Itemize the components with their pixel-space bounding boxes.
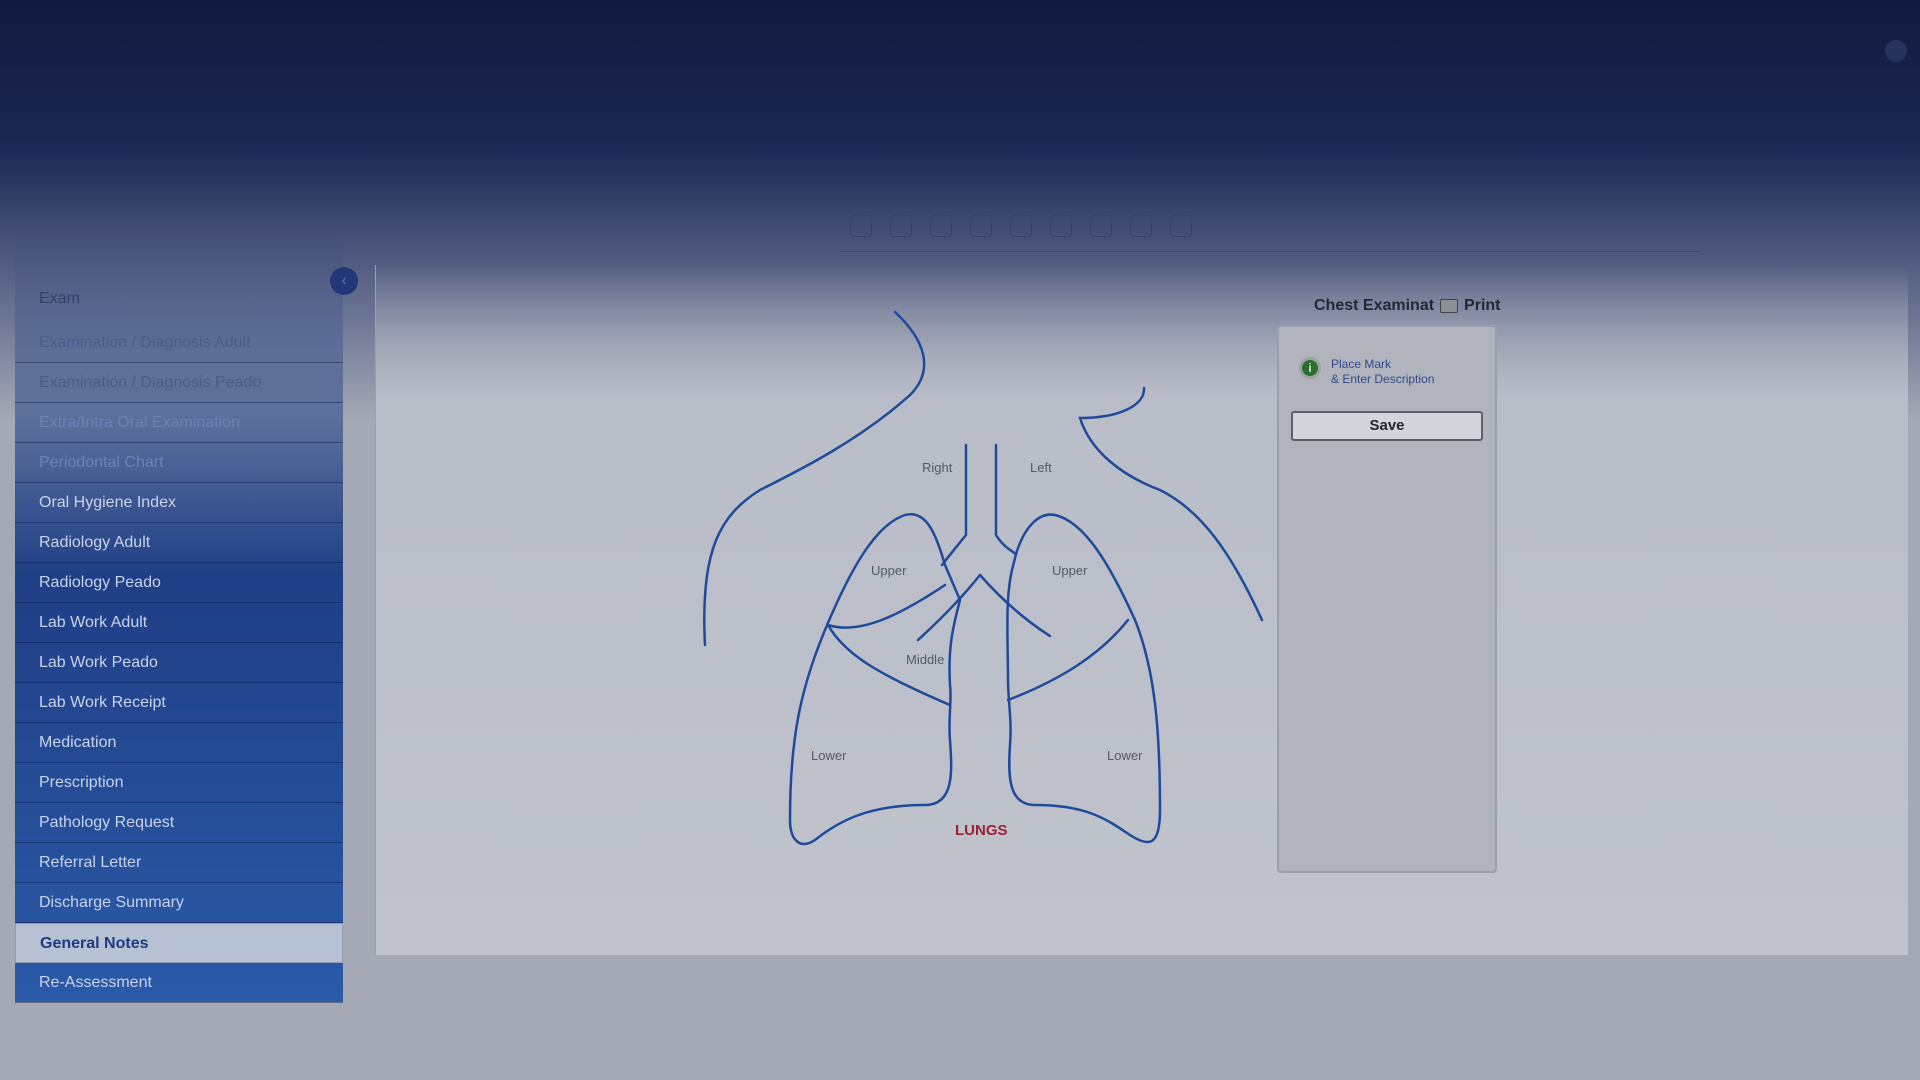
label-middle-lobe: Middle [906, 652, 944, 667]
retina-icon [1010, 214, 1032, 237]
sidebar-item-radiology-peado[interactable]: Radiology Peado [15, 563, 343, 603]
hint-line-1: Place Mark [1331, 357, 1392, 371]
lungs-diagram[interactable]: Right Left Upper Upper Middle Lower Lowe… [690, 300, 1280, 860]
toolbar-tool-7[interactable] [1090, 214, 1112, 237]
toolbar-tool-9[interactable] [1170, 214, 1192, 237]
anterior-icon [970, 214, 992, 237]
label-lower-left-lung: Lower [1107, 748, 1143, 763]
sidebar: Exam Examination / Diagnosis Adult Examin… [15, 230, 343, 1003]
place-mark-hint: i Place Mark & Enter Description [1299, 357, 1434, 387]
toolbar-tool-5[interactable] [1010, 214, 1032, 237]
sidebar-item-general-notes[interactable]: General Notes [15, 923, 343, 963]
toolbar-tool-3[interactable] [930, 214, 952, 237]
vision-icon [930, 214, 952, 237]
label-right: Right [922, 460, 953, 475]
dental-chart-icon [1130, 214, 1152, 237]
sidebar-item-extra-intra-oral-examination[interactable]: Extra/Intra Oral Examination [15, 403, 343, 443]
collapse-sidebar-icon[interactable]: ‹ [330, 267, 358, 295]
left-lung-oblique-fissure [1006, 618, 1130, 702]
toolbar-tool-4[interactable] [970, 214, 992, 237]
vision-icon [850, 214, 872, 237]
sidebar-item-periodontal-chart[interactable]: Periodontal Chart [15, 443, 343, 483]
vision-icon [890, 214, 912, 237]
sidebar-item-pathology-request[interactable]: Pathology Request [15, 803, 343, 843]
examination-toolbar [840, 200, 1700, 252]
exam-panel-title: Chest Examinat Print [1314, 297, 1501, 315]
sidebar-item-radiology-adult[interactable]: Radiology Adult [15, 523, 343, 563]
body-outline-left [703, 310, 926, 647]
body-outline-right [1078, 386, 1264, 622]
trachea-right-wall [994, 443, 1018, 556]
help-icon[interactable] [1885, 40, 1907, 62]
grid-icon [1090, 214, 1112, 237]
sidebar-item-lab-work-peado[interactable]: Lab Work Peado [15, 643, 343, 683]
info-icon: i [1299, 357, 1321, 379]
sidebar-menu: Examination / Diagnosis Adult Examination… [15, 323, 343, 1003]
exam-title-text: Chest Examinat [1314, 297, 1435, 314]
exam-description-panel: i Place Mark & Enter Description Save [1277, 325, 1497, 873]
sidebar-item-referral-letter[interactable]: Referral Letter [15, 843, 343, 883]
toolbar-tool-8[interactable] [1130, 214, 1152, 237]
save-button[interactable]: Save [1291, 411, 1483, 441]
toolbar-tool-6[interactable] [1050, 214, 1072, 237]
lungs-svg[interactable]: Right Left Upper Upper Middle Lower Lowe… [690, 300, 1280, 860]
sidebar-item-lab-work-receipt[interactable]: Lab Work Receipt [15, 683, 343, 723]
label-upper-right-lung: Upper [871, 563, 907, 578]
sidebar-item-examination-diagnosis-peado[interactable]: Examination / Diagnosis Peado [15, 363, 343, 403]
sidebar-item-discharge-summary[interactable]: Discharge Summary [15, 883, 343, 923]
label-left: Left [1030, 460, 1052, 475]
lungs-caption: LUNGS [955, 822, 1008, 839]
sidebar-item-examination-diagnosis-adult[interactable]: Examination / Diagnosis Adult [15, 323, 343, 363]
sidebar-item-prescription[interactable]: Prescription [15, 763, 343, 803]
globe-icon [1170, 214, 1192, 237]
toolbar-tool-2[interactable] [890, 214, 912, 237]
eye-icon [1050, 214, 1072, 237]
hint-line-2: & Enter Description [1331, 372, 1435, 386]
print-icon[interactable] [1440, 299, 1459, 313]
bronchi [916, 573, 1052, 642]
sidebar-item-medication[interactable]: Medication [15, 723, 343, 763]
print-link[interactable]: Print [1464, 297, 1500, 315]
sidebar-item-lab-work-adult[interactable]: Lab Work Adult [15, 603, 343, 643]
label-lower-right-lung: Lower [811, 748, 847, 763]
label-upper-left-lung: Upper [1052, 563, 1088, 578]
sidebar-item-re-assessment[interactable]: Re-Assessment [15, 963, 343, 1003]
right-lung-horizontal-fissure [826, 583, 947, 629]
sidebar-item-oral-hygiene-index[interactable]: Oral Hygiene Index [15, 483, 343, 523]
sidebar-header: Exam [39, 290, 80, 307]
toolbar-tool-1[interactable] [850, 214, 872, 237]
